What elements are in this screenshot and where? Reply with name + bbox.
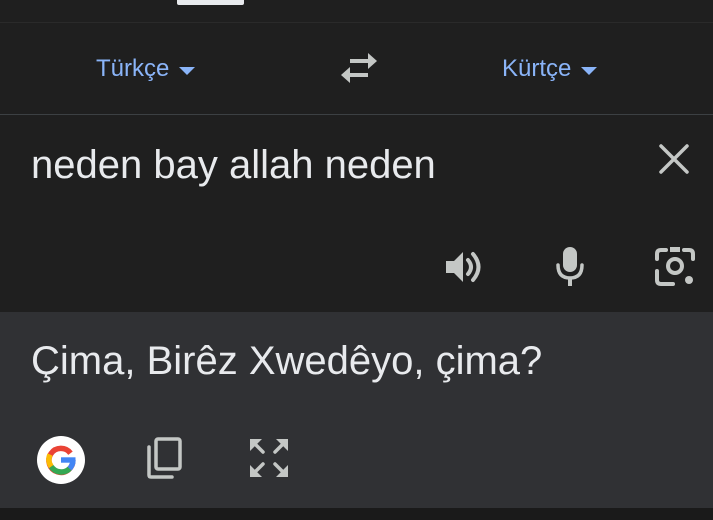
- camera-icon: [655, 247, 695, 286]
- fullscreen-button[interactable]: [245, 434, 293, 482]
- copy-button[interactable]: [140, 434, 188, 482]
- copy-icon: [147, 437, 182, 479]
- voice-input-button[interactable]: [548, 245, 592, 289]
- camera-input-button[interactable]: [653, 245, 697, 289]
- close-icon: [659, 144, 689, 174]
- target-language-selector[interactable]: Kürtçe: [502, 23, 598, 114]
- translation-text: Çima, Birêz Xwedêyo, çima?: [31, 339, 543, 383]
- listen-button[interactable]: [443, 245, 487, 289]
- swap-arrows-icon: [341, 53, 377, 83]
- source-language-selector[interactable]: Türkçe: [96, 23, 196, 114]
- fullscreen-icon: [250, 439, 288, 477]
- target-language-label: Kürtçe: [502, 54, 572, 82]
- source-panel: neden bay allah neden: [0, 115, 713, 312]
- translation-panel: Çima, Birêz Xwedêyo, çima?: [0, 312, 713, 508]
- swap-languages-button[interactable]: [340, 51, 378, 85]
- language-bar: Türkçe Kürtçe: [0, 23, 713, 114]
- active-tab-indicator: [177, 0, 244, 5]
- bottom-strip: [0, 508, 713, 520]
- google-button[interactable]: [37, 436, 85, 484]
- source-text-input[interactable]: neden bay allah neden: [31, 141, 436, 189]
- source-language-label: Türkçe: [96, 54, 170, 82]
- google-logo-icon: [46, 445, 76, 476]
- speaker-icon: [446, 252, 481, 282]
- clear-button[interactable]: [656, 141, 692, 177]
- dropdown-caret-icon: [581, 66, 598, 75]
- dropdown-caret-icon: [179, 66, 196, 75]
- microphone-icon: [556, 247, 584, 286]
